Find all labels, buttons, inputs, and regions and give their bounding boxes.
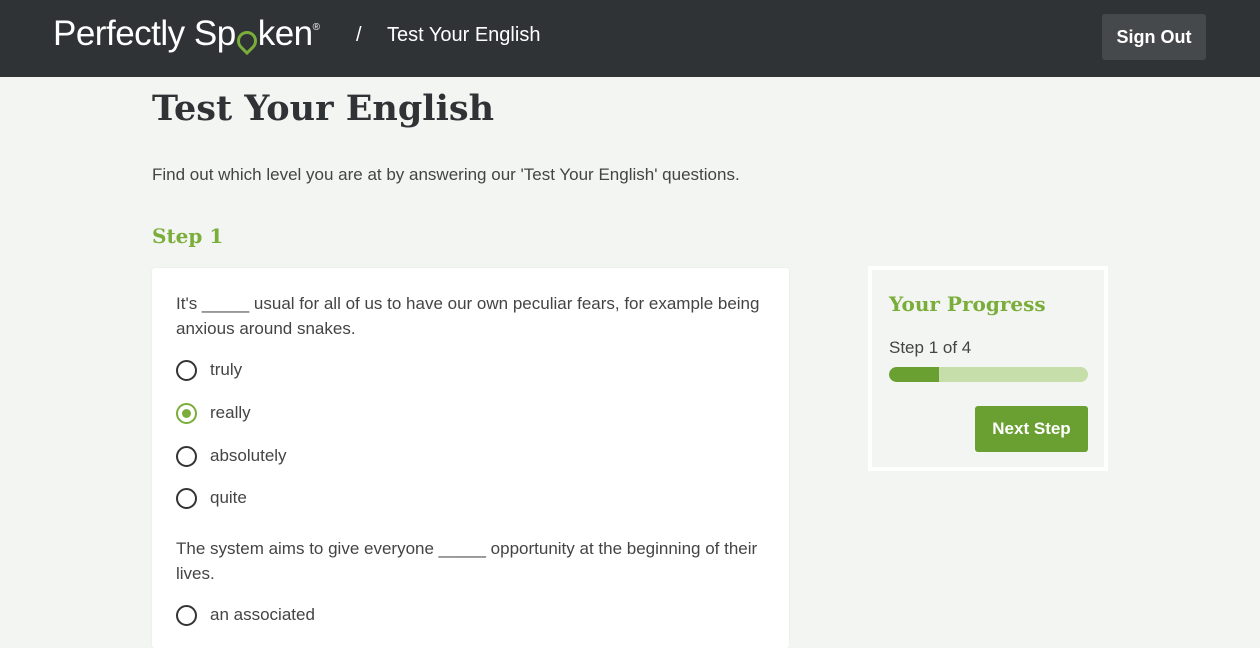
option-label: truly xyxy=(210,360,243,379)
page-title: Test Your English xyxy=(152,88,495,129)
option-label: really xyxy=(210,403,251,422)
option-label: quite xyxy=(210,488,247,507)
progress-bar-fill xyxy=(889,367,939,382)
step-heading: Step 1 xyxy=(152,224,224,248)
option-label: an associated xyxy=(210,605,315,624)
next-step-button[interactable]: Next Step xyxy=(975,406,1088,452)
option-truly[interactable]: truly xyxy=(176,356,242,384)
option-absolutely[interactable]: absolutely xyxy=(176,442,287,470)
option-label: absolutely xyxy=(210,446,287,465)
progress-panel: Your Progress Step 1 of 4 Next Step xyxy=(868,266,1108,471)
option-really[interactable]: really xyxy=(176,399,251,427)
radio-unselected-icon[interactable] xyxy=(176,445,197,467)
top-navigation-bar: Perfectly Sp ken® / Test Your English Sig… xyxy=(0,0,1260,77)
logo-text-part1: Perfectly Sp xyxy=(53,14,236,53)
progress-step-text: Step 1 of 4 xyxy=(889,338,972,357)
registered-mark: ® xyxy=(312,22,320,33)
option-an-associated[interactable]: an associated xyxy=(176,601,315,629)
radio-unselected-icon[interactable] xyxy=(176,359,197,381)
sign-out-button[interactable]: Sign Out xyxy=(1102,14,1206,60)
perfectly-spoken-logo[interactable]: Perfectly Sp ken® xyxy=(53,14,320,56)
question-1-text: It's _____ usual for all of us to have o… xyxy=(176,294,760,338)
breadcrumb-separator: / xyxy=(356,24,362,46)
question-2-text: The system aims to give everyone _____ o… xyxy=(176,539,758,583)
progress-title: Your Progress xyxy=(889,292,1046,316)
logo-text-part2: ken xyxy=(257,14,313,53)
question-card: It's _____ usual for all of us to have o… xyxy=(152,268,789,648)
breadcrumb-current-page[interactable]: Test Your English xyxy=(387,24,540,47)
intro-text: Find out which level you are at by answe… xyxy=(152,165,740,184)
radio-unselected-icon[interactable] xyxy=(176,604,197,626)
progress-bar xyxy=(889,367,1088,382)
radio-selected-icon[interactable] xyxy=(176,402,197,424)
location-pin-icon xyxy=(232,26,261,56)
radio-unselected-icon[interactable] xyxy=(176,487,197,509)
option-quite[interactable]: quite xyxy=(176,484,247,512)
